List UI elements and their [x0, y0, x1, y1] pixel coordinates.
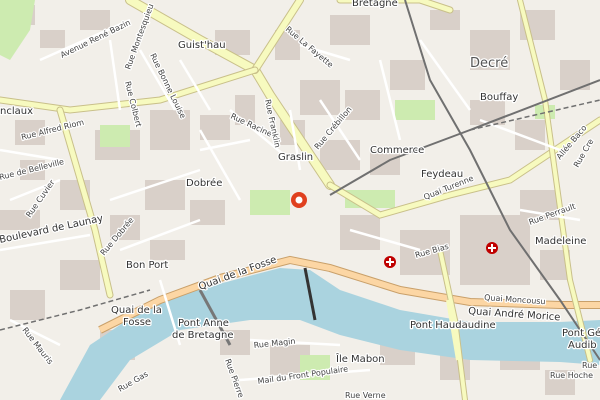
- label-guisthau: Guist'hau: [178, 40, 226, 51]
- label-bretagne: Bretagne: [352, 0, 398, 9]
- label-feydeau: Feydeau: [421, 169, 463, 180]
- label-pont-g2: Audib: [568, 340, 597, 351]
- label-pont-g: Pont Gé: [562, 327, 600, 339]
- label-rue-hoche: Rue Hoche: [550, 371, 593, 380]
- label-bon-port: Bon Port: [126, 260, 168, 271]
- hospital-icon[interactable]: [384, 256, 396, 268]
- label-rue-verne: Rue Verne: [345, 391, 386, 400]
- label-quai-fosse: Quai de la: [111, 305, 162, 316]
- map-canvas[interactable]: Guist'hau Graslin Commerce Dobrée Bon Po…: [0, 0, 600, 400]
- location-marker[interactable]: [291, 192, 307, 208]
- hospital-icon[interactable]: [486, 242, 498, 254]
- label-bouffay: Bouffay: [480, 92, 518, 103]
- marker-center-icon: [295, 196, 303, 204]
- label-madeleine: Madeleine: [535, 236, 586, 247]
- label-decre: Decré: [470, 56, 508, 71]
- label-quai-fosse-2: Fosse: [123, 317, 151, 328]
- label-chenclaux: nclaux: [0, 106, 33, 117]
- label-dobree: Dobrée: [186, 177, 222, 189]
- map-view[interactable]: Guist'hau Graslin Commerce Dobrée Bon Po…: [0, 0, 600, 400]
- label-commerce: Commerce: [370, 145, 424, 156]
- label-rue-les: Rue Les: [582, 361, 600, 370]
- label-ile-mabon: Île Mabon: [335, 352, 385, 365]
- label-pont-haudaudine: Pont Haudaudine: [410, 320, 496, 331]
- label-graslin: Graslin: [278, 152, 313, 163]
- label-pont-anne-2: de Bretagne: [172, 330, 233, 341]
- label-pont-anne: Pont Anne: [178, 318, 229, 329]
